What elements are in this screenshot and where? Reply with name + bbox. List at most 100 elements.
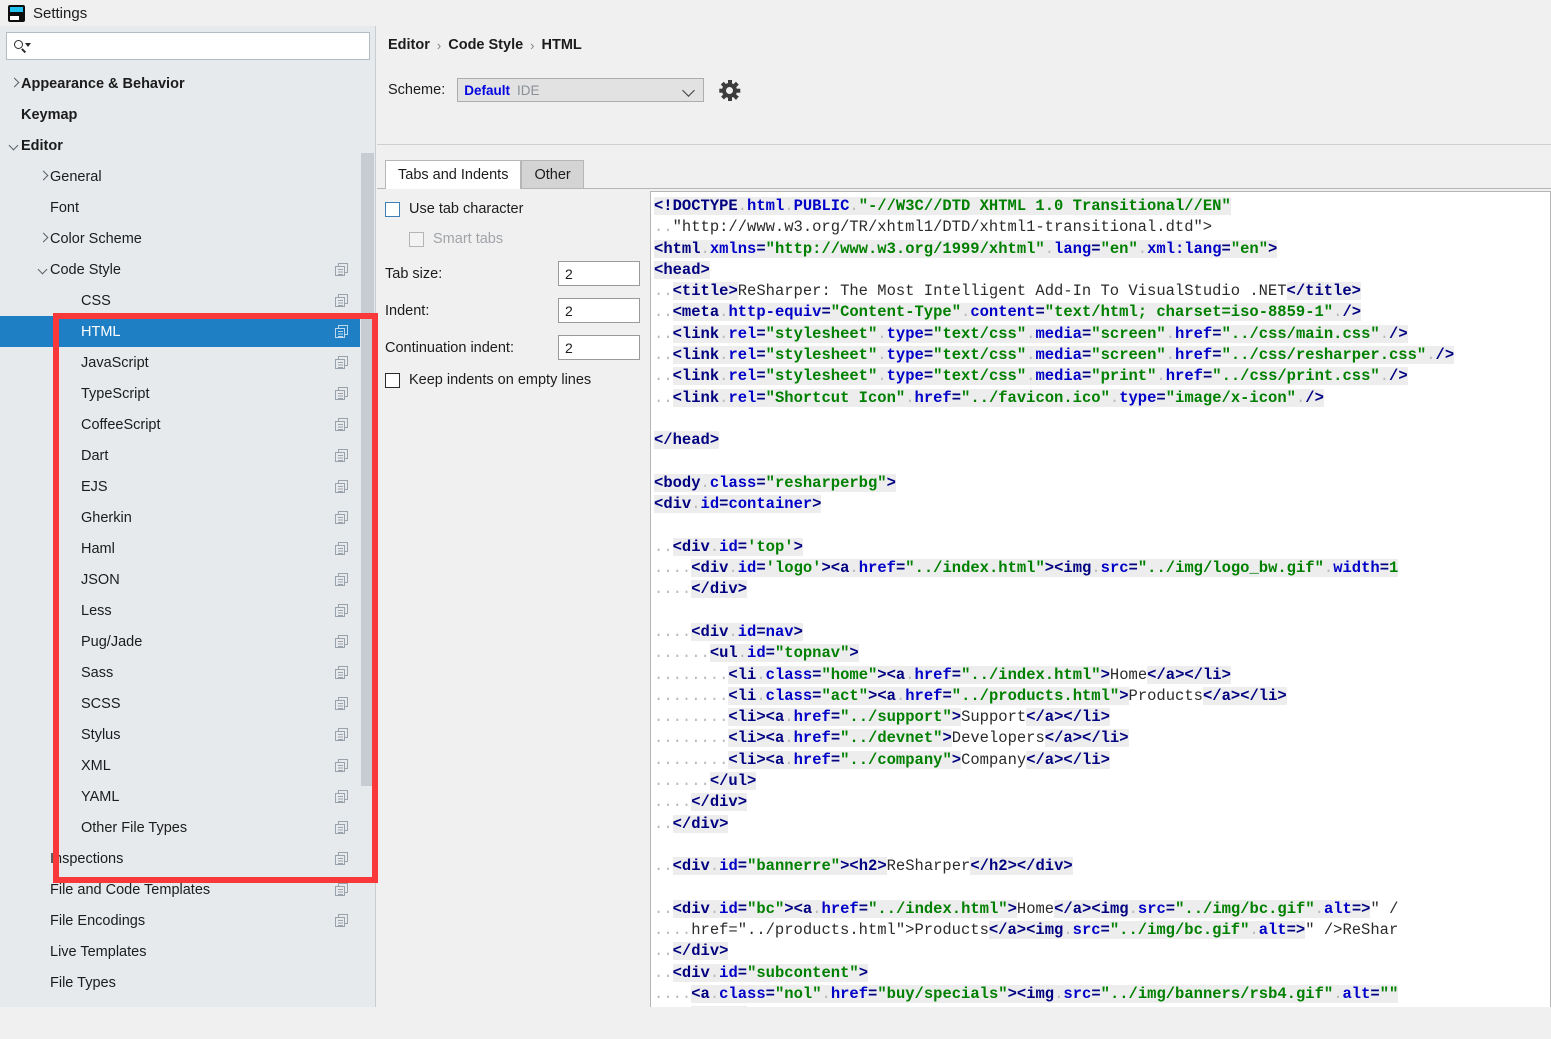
continuation-indent-input[interactable]: 2 bbox=[558, 335, 640, 360]
sidebar-item-label: Appearance & Behavior bbox=[21, 75, 185, 92]
sidebar-item-dart[interactable]: Dart bbox=[0, 440, 364, 471]
copy-icon[interactable] bbox=[335, 759, 348, 772]
sidebar-item-less[interactable]: Less bbox=[0, 595, 364, 626]
copy-icon[interactable] bbox=[335, 697, 348, 710]
sidebar-item-ejs[interactable]: EJS bbox=[0, 471, 364, 502]
sidebar-item-css[interactable]: CSS bbox=[0, 285, 364, 316]
copy-icon[interactable] bbox=[335, 263, 348, 276]
keep-indents-row[interactable]: Keep indents on empty lines bbox=[385, 372, 650, 388]
copy-icon[interactable] bbox=[335, 325, 348, 338]
sidebar-item-sass[interactable]: Sass bbox=[0, 657, 364, 688]
copy-icon[interactable] bbox=[335, 790, 348, 803]
copy-icon[interactable] bbox=[335, 666, 348, 679]
settings-sidebar: Appearance & Behavior Keymap Editor General… bbox=[0, 26, 378, 1007]
copy-icon[interactable] bbox=[335, 604, 348, 617]
copy-icon[interactable] bbox=[335, 728, 348, 741]
sidebar-item-yaml[interactable]: YAML bbox=[0, 781, 364, 812]
sidebar-item-haml[interactable]: Haml bbox=[0, 533, 364, 564]
copy-icon[interactable] bbox=[335, 883, 348, 896]
sidebar-item-html[interactable]: HTML bbox=[0, 316, 364, 347]
copy-icon[interactable] bbox=[335, 387, 348, 400]
code-line: ..<div.id="subcontent"> bbox=[654, 963, 868, 982]
chevron-right-icon[interactable] bbox=[37, 170, 50, 183]
sidebar-item-label: Stylus bbox=[81, 726, 121, 743]
sidebar-scrollbar-track[interactable] bbox=[360, 86, 375, 992]
keep-indents-checkbox[interactable] bbox=[385, 372, 400, 388]
chevron-down-icon[interactable] bbox=[37, 263, 50, 276]
copy-icon[interactable] bbox=[335, 449, 348, 462]
sidebar-item-file-encodings[interactable]: File Encodings bbox=[0, 905, 364, 936]
sidebar-item-inspections[interactable]: Inspections bbox=[0, 843, 364, 874]
copy-icon[interactable] bbox=[335, 511, 348, 524]
sidebar-item-coffeescript[interactable]: CoffeeScript bbox=[0, 409, 364, 440]
sidebar-item-code-style[interactable]: Code Style bbox=[0, 254, 364, 285]
breadcrumb-item[interactable]: Code Style bbox=[448, 37, 523, 53]
tab-size-input[interactable]: 2 bbox=[558, 261, 640, 286]
sidebar-item-label: Less bbox=[81, 602, 112, 619]
copy-icon[interactable] bbox=[335, 821, 348, 834]
sidebar-item-font[interactable]: Font bbox=[0, 192, 364, 223]
copy-icon[interactable] bbox=[335, 852, 348, 865]
sidebar-item-gherkin[interactable]: Gherkin bbox=[0, 502, 364, 533]
copy-icon[interactable] bbox=[335, 294, 348, 307]
sidebar-item-file-types[interactable]: File Types bbox=[0, 967, 364, 998]
copy-icon[interactable] bbox=[335, 480, 348, 493]
gear-icon[interactable] bbox=[719, 79, 741, 101]
use-tab-character-row[interactable]: Use tab character bbox=[385, 201, 650, 217]
scheme-select[interactable]: Default IDE bbox=[457, 78, 705, 102]
breadcrumb-item: HTML bbox=[541, 37, 582, 53]
smart-tabs-row: Smart tabs bbox=[409, 231, 650, 247]
breadcrumb-item[interactable]: Editor bbox=[388, 37, 430, 53]
sidebar-item-xml[interactable]: XML bbox=[0, 750, 364, 781]
sidebar-item-label: SCSS bbox=[81, 695, 121, 712]
copy-icon[interactable] bbox=[335, 635, 348, 648]
sidebar-item-javascript[interactable]: JavaScript bbox=[0, 347, 364, 378]
copy-icon[interactable] bbox=[335, 542, 348, 555]
code-line: ..<link.rel="Shortcut Icon".href="../fav… bbox=[654, 388, 1324, 407]
sidebar-item-other-file-types[interactable]: Other File Types bbox=[0, 812, 364, 843]
use-tab-character-checkbox[interactable] bbox=[385, 201, 400, 217]
copy-icon[interactable] bbox=[335, 914, 348, 927]
chevron-right-icon[interactable] bbox=[8, 77, 21, 90]
code-line: ......<ul.id="topnav"> bbox=[654, 644, 859, 663]
breadcrumb: Editor › Code Style › HTML bbox=[388, 37, 582, 53]
sidebar-item-editor[interactable]: Editor bbox=[0, 130, 364, 161]
sidebar-item-color-scheme[interactable]: Color Scheme bbox=[0, 223, 364, 254]
copy-icon[interactable] bbox=[335, 418, 348, 431]
sidebar-item-typescript[interactable]: TypeScript bbox=[0, 378, 364, 409]
chevron-down-icon[interactable] bbox=[8, 139, 21, 152]
tab-tabs-and-indents[interactable]: Tabs and Indents bbox=[385, 160, 522, 189]
code-preview-pane[interactable]: <!DOCTYPE.html.PUBLIC."-//W3C//DTD XHTML… bbox=[650, 191, 1551, 1023]
sidebar-item-general[interactable]: General bbox=[0, 161, 364, 192]
sidebar-item-keymap[interactable]: Keymap bbox=[0, 99, 364, 130]
sidebar-item-live-templates[interactable]: Live Templates bbox=[0, 936, 364, 967]
sidebar-item-appearance-behavior[interactable]: Appearance & Behavior bbox=[0, 68, 364, 99]
sidebar-item-pug-jade[interactable]: Pug/Jade bbox=[0, 626, 364, 657]
code-line: ..<title>ReSharper: The Most Intelligent… bbox=[654, 282, 1361, 301]
code-line: ..</div> bbox=[654, 942, 729, 961]
scheme-value: Default bbox=[464, 82, 510, 98]
sidebar-scrollbar-thumb[interactable] bbox=[361, 153, 374, 786]
search-box[interactable] bbox=[6, 32, 370, 60]
indent-input[interactable]: 2 bbox=[558, 298, 640, 323]
sidebar-item-label: Editor bbox=[21, 137, 63, 154]
sidebar-item-file-and-code-templates[interactable]: File and Code Templates bbox=[0, 874, 364, 905]
tab-other[interactable]: Other bbox=[521, 160, 584, 189]
sidebar-item-stylus[interactable]: Stylus bbox=[0, 719, 364, 750]
search-input[interactable] bbox=[35, 37, 369, 55]
sidebar-item-scss[interactable]: SCSS bbox=[0, 688, 364, 719]
copy-icon[interactable] bbox=[335, 356, 348, 369]
continuation-indent-label: Continuation indent: bbox=[385, 339, 514, 356]
settings-tree[interactable]: Appearance & Behavior Keymap Editor General… bbox=[0, 68, 364, 1007]
sidebar-item-label: JSON bbox=[81, 571, 120, 588]
copy-icon[interactable] bbox=[335, 573, 348, 586]
sidebar-item-json[interactable]: JSON bbox=[0, 564, 364, 595]
chevron-right-icon[interactable] bbox=[37, 232, 50, 245]
use-tab-character-label: Use tab character bbox=[409, 201, 524, 217]
